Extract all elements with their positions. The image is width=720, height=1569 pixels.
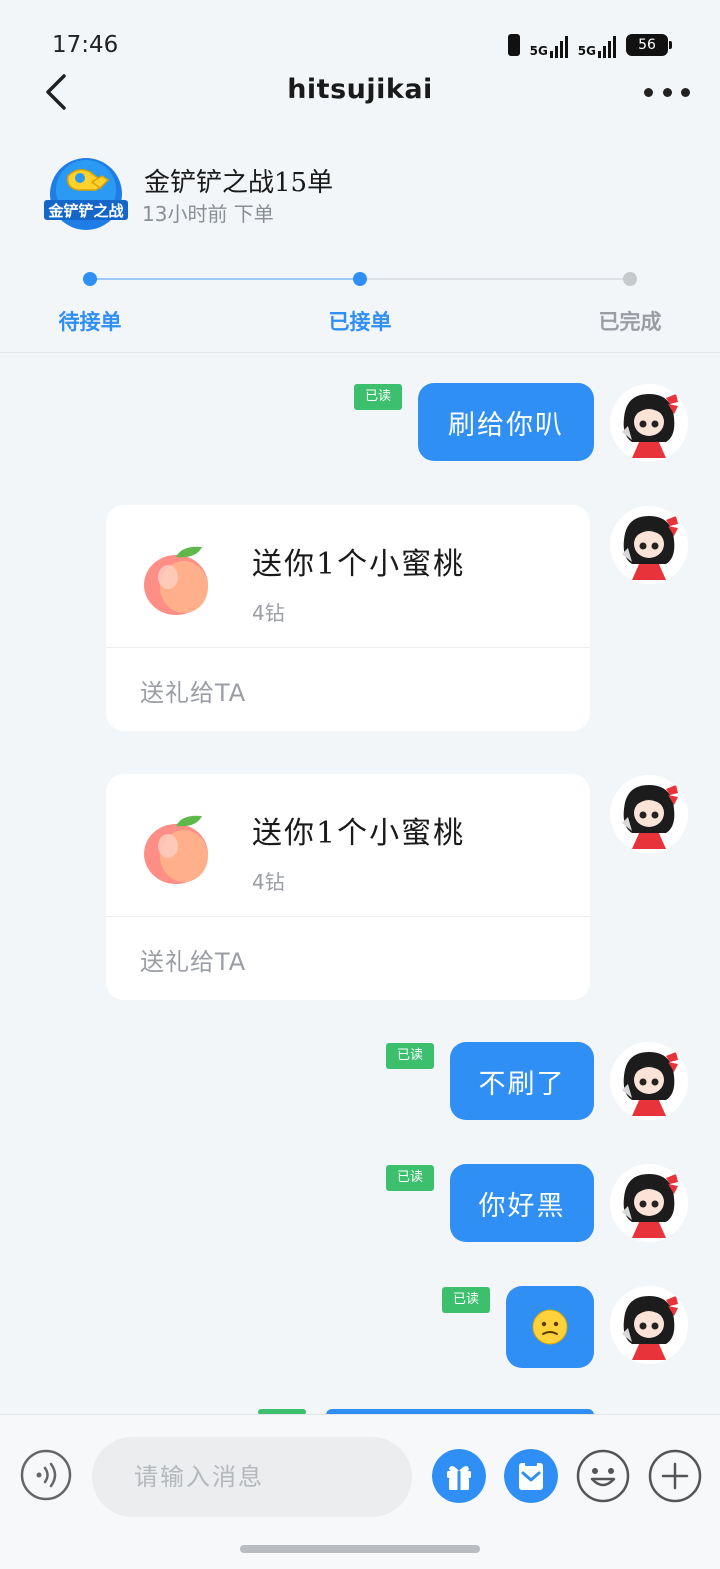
gift-price: 4钻: [252, 870, 285, 894]
message-bubble[interactable]: 刷给你叭: [418, 383, 594, 461]
order-icon[interactable]: [504, 1449, 558, 1503]
page-title: hitsujikai: [287, 74, 433, 105]
read-badge: 已读: [442, 1287, 490, 1313]
game-logo: 金铲铲之战: [44, 158, 128, 230]
read-badge: 已读: [386, 1043, 434, 1069]
progress-line-pending: [360, 278, 630, 280]
vibrate-icon: [507, 34, 520, 56]
step-label-accepted: 已接单: [328, 310, 392, 334]
avatar[interactable]: [610, 1042, 688, 1120]
read-badge: 已读: [354, 384, 402, 410]
order-title: 金铲铲之战15单: [144, 168, 334, 198]
battery-icon: 56: [626, 34, 672, 56]
gift-title: 送你1个小蜜桃: [252, 547, 466, 582]
status-icons: 5G 5G 56: [507, 32, 672, 58]
more-options-icon[interactable]: [644, 74, 690, 110]
chat-header: hitsujikai: [0, 60, 720, 124]
message-bubble[interactable]: 你好黑: [450, 1164, 594, 1242]
status-time: 17:46: [52, 32, 119, 58]
step-label-pending-accept: 待接单: [58, 310, 122, 334]
gift-message-card[interactable]: 送你1个小蜜桃 4钻 送礼给TA: [106, 505, 590, 731]
send-gift-link[interactable]: 送礼给TA: [140, 673, 246, 708]
gift-title: 送你1个小蜜桃: [252, 816, 466, 851]
progress-dot-2: [353, 272, 367, 286]
message-input[interactable]: [92, 1437, 412, 1517]
avatar[interactable]: [610, 1286, 688, 1364]
gift-message-card[interactable]: 送你1个小蜜桃 4钻 送礼给TA: [106, 774, 590, 1000]
order-card[interactable]: 金铲铲之战 金铲铲之战15单 13小时前 下单: [44, 156, 684, 236]
signal-label-1: 5G: [529, 44, 548, 58]
signal-icon-1: 5G: [530, 32, 568, 58]
confused-face-icon: [532, 1309, 568, 1345]
send-gift-link[interactable]: 送礼给TA: [140, 942, 246, 977]
voice-icon[interactable]: [20, 1449, 72, 1501]
gift-divider: [106, 916, 590, 917]
avatar[interactable]: [610, 384, 688, 462]
plus-icon[interactable]: [648, 1449, 702, 1503]
progress-line-done: [90, 278, 360, 280]
header-divider: [0, 352, 720, 353]
peach-gift-icon: [144, 546, 208, 615]
svg-text:金铲铲之战: 金铲铲之战: [47, 202, 123, 220]
gift-icon[interactable]: [432, 1449, 486, 1503]
message-bubble[interactable]: 不刷了: [450, 1042, 594, 1120]
avatar[interactable]: [610, 506, 688, 584]
emoji-message-bubble[interactable]: [506, 1286, 594, 1368]
signal-label-2: 5G: [577, 44, 596, 58]
avatar[interactable]: [610, 775, 688, 853]
progress-dot-1: [83, 272, 97, 286]
progress-dot-3: [623, 272, 637, 286]
emoji-icon[interactable]: [576, 1449, 630, 1503]
order-time: 13小时前 下单: [142, 202, 274, 226]
step-label-completed: 已完成: [598, 310, 662, 334]
peach-gift-icon: [144, 815, 208, 884]
read-badge: 已读: [386, 1165, 434, 1191]
home-indicator[interactable]: [240, 1545, 480, 1553]
signal-icon-2: 5G: [578, 32, 616, 58]
gift-price: 4钻: [252, 601, 285, 625]
avatar[interactable]: [610, 1164, 688, 1242]
gift-divider: [106, 647, 590, 648]
order-progress: 待接单 已接单 已完成: [0, 262, 720, 352]
